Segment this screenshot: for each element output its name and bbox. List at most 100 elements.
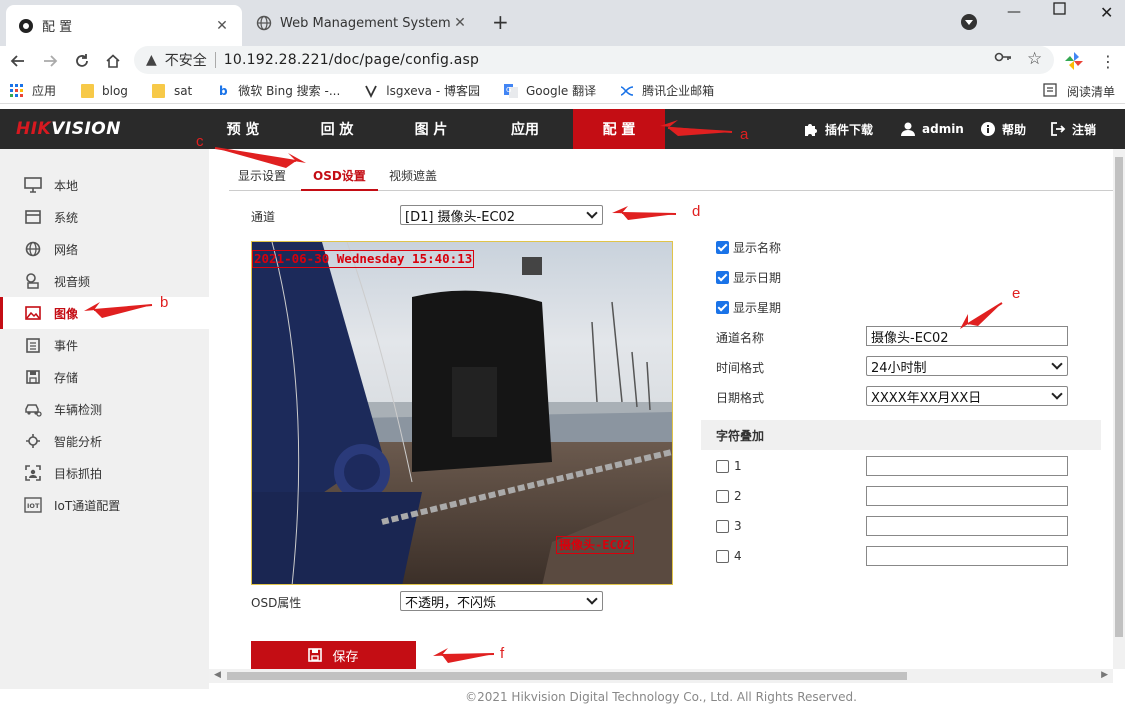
home-icon[interactable] bbox=[101, 49, 125, 73]
bookmark-apps[interactable]: 应用 bbox=[10, 82, 56, 99]
bookmark-tencent-mail[interactable]: 腾讯企业邮箱 bbox=[620, 82, 714, 99]
plugin-download-link[interactable]: 插件下载 bbox=[803, 109, 873, 149]
overlay-4-input[interactable] bbox=[866, 546, 1068, 566]
sidebar-item-storage[interactable]: 存储 bbox=[0, 361, 209, 393]
overlay-3-checkbox[interactable] bbox=[716, 520, 729, 533]
tab-display-settings[interactable]: 显示设置 bbox=[238, 167, 286, 191]
url-text[interactable]: 10.192.28.221/doc/page/config.asp bbox=[224, 52, 479, 68]
close-icon[interactable]: ✕ bbox=[214, 18, 230, 34]
sidebar-item-vehicle-detection[interactable]: 车辆检测 bbox=[0, 393, 209, 425]
forward-arrow-icon[interactable] bbox=[38, 49, 62, 73]
overlay-3-input[interactable] bbox=[866, 516, 1068, 536]
nav-configuration[interactable]: 配 置 bbox=[573, 109, 665, 149]
sidebar-item-network[interactable]: 网络 bbox=[0, 233, 209, 265]
reading-list[interactable]: 阅读清单 bbox=[1043, 83, 1115, 100]
back-arrow-icon[interactable] bbox=[6, 49, 30, 73]
vertical-scrollbar[interactable] bbox=[1113, 149, 1125, 669]
nav-preview[interactable]: 预 览 bbox=[196, 109, 290, 149]
bookmark-sat[interactable]: sat bbox=[152, 83, 193, 98]
tab-search-icon[interactable] bbox=[961, 14, 977, 30]
browser-tab-web-management[interactable]: Web Management System ✕ bbox=[244, 6, 480, 40]
svg-text:G: G bbox=[506, 86, 511, 94]
save-button[interactable]: 保存 bbox=[251, 641, 416, 669]
overlay-2-checkbox[interactable] bbox=[716, 490, 729, 503]
bookmark-cnblogs[interactable]: lsgxeva - 博客园 bbox=[364, 82, 480, 99]
reading-list-label: 阅读清单 bbox=[1066, 85, 1115, 99]
overlay-1-checkbox[interactable] bbox=[716, 460, 729, 473]
scroll-right-arrow-icon[interactable]: ▶ bbox=[1101, 670, 1108, 680]
chevron-down-icon bbox=[1051, 358, 1063, 370]
help-link[interactable]: 帮助 bbox=[980, 109, 1026, 149]
sidebar-item-local[interactable]: 本地 bbox=[0, 169, 209, 201]
maximize-icon[interactable] bbox=[1053, 2, 1067, 20]
horizontal-scrollbar[interactable]: ◀ ▶ bbox=[209, 669, 1113, 683]
sidebar-item-iot-channel[interactable]: IOT IoT通道配置 bbox=[0, 489, 209, 521]
star-bookmark-icon[interactable]: ☆ bbox=[1027, 49, 1042, 69]
tab-title: 配 置 bbox=[42, 20, 73, 35]
window-close-icon[interactable]: ✕ bbox=[1100, 3, 1113, 22]
overlay-1-label: 1 bbox=[734, 459, 742, 473]
channel-name-input[interactable]: 摄像头-EC02 bbox=[866, 326, 1068, 346]
image-icon bbox=[24, 304, 42, 322]
sidebar-item-video-audio[interactable]: 视音频 bbox=[0, 265, 209, 297]
channel-select[interactable]: [D1] 摄像头-EC02 bbox=[400, 205, 603, 225]
key-icon[interactable] bbox=[994, 50, 1012, 68]
osd-channel-overlay[interactable]: 摄像头-EC02 bbox=[556, 536, 635, 554]
show-week-checkbox[interactable] bbox=[716, 301, 729, 314]
sidebar-item-label: IoT通道配置 bbox=[54, 498, 121, 513]
floppy-disk-icon bbox=[308, 648, 323, 662]
user-icon bbox=[900, 121, 916, 137]
user-admin[interactable]: admin bbox=[900, 109, 964, 149]
minimize-icon[interactable]: — bbox=[1007, 4, 1021, 20]
camera-preview[interactable]: 2021-06-30 Wednesday 15:40:13 摄像头-EC02 bbox=[251, 241, 673, 585]
reload-icon[interactable] bbox=[70, 49, 94, 73]
channel-select-value: [D1] 摄像头-EC02 bbox=[405, 209, 516, 225]
more-menu-icon[interactable]: ⋮ bbox=[1096, 49, 1120, 73]
logout-icon bbox=[1050, 121, 1066, 137]
character-overlay-header: 字符叠加 bbox=[701, 420, 1101, 450]
security-label[interactable]: 不安全 bbox=[165, 50, 207, 70]
annotation-label-d: d bbox=[692, 203, 701, 220]
date-format-select[interactable]: XXXX年XX月XX日 bbox=[866, 386, 1068, 406]
extension-pinwheel-icon[interactable] bbox=[1062, 49, 1086, 73]
sidebar-item-label: 存储 bbox=[54, 370, 79, 385]
sidebar-item-system[interactable]: 系统 bbox=[0, 201, 209, 233]
bookmark-label: sat bbox=[173, 83, 193, 98]
sidebar-item-smart-analysis[interactable]: 智能分析 bbox=[0, 425, 209, 457]
nav-playback[interactable]: 回 放 bbox=[290, 109, 384, 149]
bookmark-label: Google 翻译 bbox=[526, 84, 597, 98]
bookmark-bing[interactable]: b 微软 Bing 搜索 -... bbox=[216, 82, 340, 99]
nav-application[interactable]: 应用 bbox=[478, 109, 572, 149]
bookmark-google-translate[interactable]: G Google 翻译 bbox=[504, 82, 596, 99]
sidebar-item-event[interactable]: 事件 bbox=[0, 329, 209, 361]
show-week-label: 显示星期 bbox=[733, 301, 782, 315]
camera-scene-image bbox=[252, 242, 672, 584]
close-icon[interactable]: ✕ bbox=[452, 15, 468, 31]
annotation-label-c: c bbox=[196, 133, 204, 150]
sidebar-item-image[interactable]: 图像 bbox=[0, 297, 209, 329]
time-format-select[interactable]: 24小时制 bbox=[866, 356, 1068, 376]
tab-privacy-mask[interactable]: 视频遮盖 bbox=[389, 167, 437, 191]
channel-name-label: 通道名称 bbox=[716, 331, 765, 345]
globe-icon bbox=[256, 15, 272, 31]
tab-osd-settings[interactable]: OSD设置 bbox=[301, 167, 378, 191]
google-translate-icon: G bbox=[504, 83, 518, 98]
overlay-4-checkbox[interactable] bbox=[716, 550, 729, 563]
sidebar-item-target-capture[interactable]: 目标抓拍 bbox=[0, 457, 209, 489]
bookmark-blog[interactable]: blog bbox=[80, 83, 128, 98]
browser-tab-config[interactable]: 配 置 ✕ bbox=[6, 5, 242, 46]
overlay-1-input[interactable] bbox=[866, 456, 1068, 476]
scroll-left-arrow-icon[interactable]: ◀ bbox=[214, 670, 221, 680]
bookmark-label: 应用 bbox=[32, 84, 57, 98]
address-bar[interactable]: ▲ 不安全 10.192.28.221/doc/page/config.asp … bbox=[134, 46, 1054, 74]
osd-datetime-overlay[interactable]: 2021-06-30 Wednesday 15:40:13 bbox=[252, 250, 475, 268]
logout-link[interactable]: 注销 bbox=[1050, 109, 1096, 149]
warning-triangle-icon[interactable]: ▲ bbox=[146, 52, 157, 68]
overlay-2-input[interactable] bbox=[866, 486, 1068, 506]
show-date-checkbox[interactable] bbox=[716, 271, 729, 284]
new-tab-plus-icon[interactable]: + bbox=[492, 11, 509, 33]
bookmark-label: lsgxeva - 博客园 bbox=[386, 84, 480, 98]
show-name-checkbox[interactable] bbox=[716, 241, 729, 254]
osd-attribute-select[interactable]: 不透明，不闪烁 bbox=[400, 591, 603, 611]
nav-picture[interactable]: 图 片 bbox=[384, 109, 478, 149]
